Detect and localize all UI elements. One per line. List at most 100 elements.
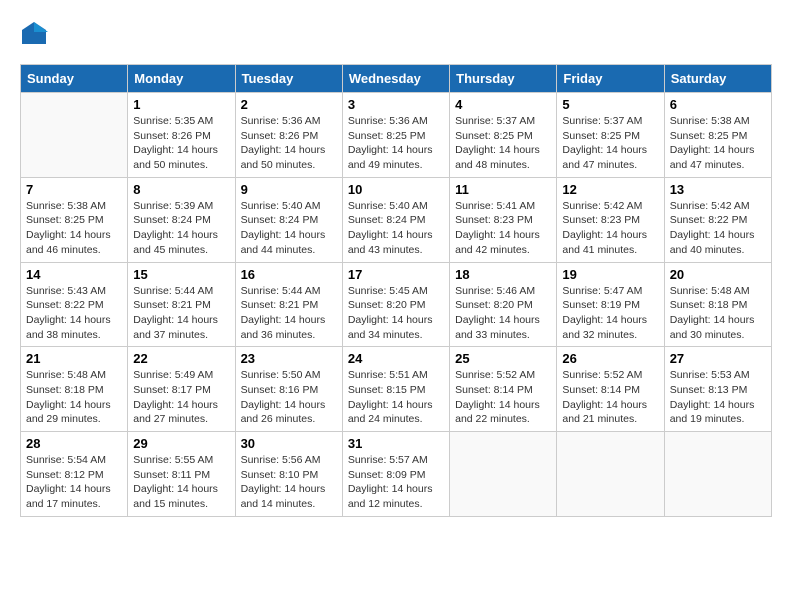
- day-number: 24: [348, 351, 444, 366]
- calendar-cell: 2 Sunrise: 5:36 AM Sunset: 8:26 PM Daylig…: [235, 93, 342, 178]
- day-info: Sunrise: 5:37 AM Sunset: 8:25 PM Dayligh…: [562, 114, 658, 173]
- calendar-cell: 22Sunrise: 5:49 AM Sunset: 8:17 PM Dayli…: [128, 347, 235, 432]
- calendar-cell: 9 Sunrise: 5:40 AM Sunset: 8:24 PM Daylig…: [235, 177, 342, 262]
- day-info: Sunrise: 5:38 AM Sunset: 8:25 PM Dayligh…: [670, 114, 766, 173]
- calendar-cell: [450, 432, 557, 517]
- day-info: Sunrise: 5:44 AM Sunset: 8:21 PM Dayligh…: [133, 284, 229, 343]
- day-info: Sunrise: 5:50 AM Sunset: 8:16 PM Dayligh…: [241, 368, 337, 427]
- day-number: 27: [670, 351, 766, 366]
- day-info: Sunrise: 5:38 AM Sunset: 8:25 PM Dayligh…: [26, 199, 122, 258]
- calendar-cell: 6Sunrise: 5:38 AM Sunset: 8:25 PM Daylig…: [664, 93, 771, 178]
- day-info: Sunrise: 5:42 AM Sunset: 8:22 PM Dayligh…: [670, 199, 766, 258]
- day-info: Sunrise: 5:41 AM Sunset: 8:23 PM Dayligh…: [455, 199, 551, 258]
- col-header-saturday: Saturday: [664, 65, 771, 93]
- day-info: Sunrise: 5:52 AM Sunset: 8:14 PM Dayligh…: [562, 368, 658, 427]
- calendar-cell: 16 Sunrise: 5:44 AM Sunset: 8:21 PM Dayli…: [235, 262, 342, 347]
- day-info: Sunrise: 5:40 AM Sunset: 8:24 PM Dayligh…: [348, 199, 444, 258]
- col-header-friday: Friday: [557, 65, 664, 93]
- day-number: 21: [26, 351, 122, 366]
- day-info: Sunrise: 5:40 AM Sunset: 8:24 PM Dayligh…: [241, 199, 337, 258]
- calendar-table: SundayMondayTuesdayWednesdayThursdayFrid…: [20, 64, 772, 517]
- day-info: Sunrise: 5:36 AM Sunset: 8:26 PM Dayligh…: [241, 114, 337, 173]
- calendar-cell: 4 Sunrise: 5:37 AM Sunset: 8:25 PM Daylig…: [450, 93, 557, 178]
- day-number: 19: [562, 267, 658, 282]
- calendar-cell: 3 Sunrise: 5:36 AM Sunset: 8:25 PM Daylig…: [342, 93, 449, 178]
- logo-icon: [20, 20, 48, 48]
- logo: [20, 20, 52, 48]
- calendar-cell: 8Sunrise: 5:39 AM Sunset: 8:24 PM Daylig…: [128, 177, 235, 262]
- day-number: 18: [455, 267, 551, 282]
- calendar-cell: 14Sunrise: 5:43 AM Sunset: 8:22 PM Dayli…: [21, 262, 128, 347]
- calendar-week-row-3: 14Sunrise: 5:43 AM Sunset: 8:22 PM Dayli…: [21, 262, 772, 347]
- day-info: Sunrise: 5:48 AM Sunset: 8:18 PM Dayligh…: [670, 284, 766, 343]
- day-number: 29: [133, 436, 229, 451]
- calendar-cell: 7 Sunrise: 5:38 AM Sunset: 8:25 PM Daylig…: [21, 177, 128, 262]
- calendar-cell: 28Sunrise: 5:54 AM Sunset: 8:12 PM Dayli…: [21, 432, 128, 517]
- calendar-cell: 10Sunrise: 5:40 AM Sunset: 8:24 PM Dayli…: [342, 177, 449, 262]
- calendar-cell: 31 Sunrise: 5:57 AM Sunset: 8:09 PM Dayli…: [342, 432, 449, 517]
- col-header-tuesday: Tuesday: [235, 65, 342, 93]
- day-info: Sunrise: 5:44 AM Sunset: 8:21 PM Dayligh…: [241, 284, 337, 343]
- day-info: Sunrise: 5:54 AM Sunset: 8:12 PM Dayligh…: [26, 453, 122, 512]
- day-number: 9: [241, 182, 337, 197]
- calendar-cell: 19 Sunrise: 5:47 AM Sunset: 8:19 PM Dayli…: [557, 262, 664, 347]
- col-header-sunday: Sunday: [21, 65, 128, 93]
- col-header-monday: Monday: [128, 65, 235, 93]
- day-number: 2: [241, 97, 337, 112]
- calendar-cell: 25 Sunrise: 5:52 AM Sunset: 8:14 PM Dayli…: [450, 347, 557, 432]
- day-info: Sunrise: 5:52 AM Sunset: 8:14 PM Dayligh…: [455, 368, 551, 427]
- calendar-week-row-5: 28Sunrise: 5:54 AM Sunset: 8:12 PM Dayli…: [21, 432, 772, 517]
- calendar-cell: 20 Sunrise: 5:48 AM Sunset: 8:18 PM Dayli…: [664, 262, 771, 347]
- day-info: Sunrise: 5:48 AM Sunset: 8:18 PM Dayligh…: [26, 368, 122, 427]
- day-number: 5: [562, 97, 658, 112]
- calendar-cell: 30 Sunrise: 5:56 AM Sunset: 8:10 PM Dayli…: [235, 432, 342, 517]
- day-number: 11: [455, 182, 551, 197]
- day-info: Sunrise: 5:47 AM Sunset: 8:19 PM Dayligh…: [562, 284, 658, 343]
- day-info: Sunrise: 5:35 AM Sunset: 8:26 PM Dayligh…: [133, 114, 229, 173]
- day-number: 23: [241, 351, 337, 366]
- calendar-week-row-4: 21 Sunrise: 5:48 AM Sunset: 8:18 PM Dayli…: [21, 347, 772, 432]
- day-number: 1: [133, 97, 229, 112]
- calendar-cell: 15 Sunrise: 5:44 AM Sunset: 8:21 PM Dayli…: [128, 262, 235, 347]
- calendar-cell: 18 Sunrise: 5:46 AM Sunset: 8:20 PM Dayli…: [450, 262, 557, 347]
- calendar-week-row-1: 1 Sunrise: 5:35 AM Sunset: 8:26 PM Daylig…: [21, 93, 772, 178]
- calendar-cell: [21, 93, 128, 178]
- day-info: Sunrise: 5:36 AM Sunset: 8:25 PM Dayligh…: [348, 114, 444, 173]
- day-number: 17: [348, 267, 444, 282]
- day-number: 12: [562, 182, 658, 197]
- day-info: Sunrise: 5:37 AM Sunset: 8:25 PM Dayligh…: [455, 114, 551, 173]
- day-number: 30: [241, 436, 337, 451]
- day-info: Sunrise: 5:43 AM Sunset: 8:22 PM Dayligh…: [26, 284, 122, 343]
- day-number: 16: [241, 267, 337, 282]
- day-number: 3: [348, 97, 444, 112]
- day-info: Sunrise: 5:57 AM Sunset: 8:09 PM Dayligh…: [348, 453, 444, 512]
- day-number: 15: [133, 267, 229, 282]
- day-info: Sunrise: 5:56 AM Sunset: 8:10 PM Dayligh…: [241, 453, 337, 512]
- day-number: 31: [348, 436, 444, 451]
- calendar-cell: 24 Sunrise: 5:51 AM Sunset: 8:15 PM Dayli…: [342, 347, 449, 432]
- calendar-cell: 27 Sunrise: 5:53 AM Sunset: 8:13 PM Dayli…: [664, 347, 771, 432]
- day-info: Sunrise: 5:46 AM Sunset: 8:20 PM Dayligh…: [455, 284, 551, 343]
- day-number: 26: [562, 351, 658, 366]
- day-number: 7: [26, 182, 122, 197]
- col-header-thursday: Thursday: [450, 65, 557, 93]
- calendar-cell: [557, 432, 664, 517]
- calendar-week-row-2: 7 Sunrise: 5:38 AM Sunset: 8:25 PM Daylig…: [21, 177, 772, 262]
- calendar-cell: 21 Sunrise: 5:48 AM Sunset: 8:18 PM Dayli…: [21, 347, 128, 432]
- calendar-cell: [664, 432, 771, 517]
- day-info: Sunrise: 5:51 AM Sunset: 8:15 PM Dayligh…: [348, 368, 444, 427]
- day-number: 13: [670, 182, 766, 197]
- calendar-cell: 23 Sunrise: 5:50 AM Sunset: 8:16 PM Dayli…: [235, 347, 342, 432]
- calendar-cell: 17Sunrise: 5:45 AM Sunset: 8:20 PM Dayli…: [342, 262, 449, 347]
- day-number: 4: [455, 97, 551, 112]
- calendar-cell: 5 Sunrise: 5:37 AM Sunset: 8:25 PM Daylig…: [557, 93, 664, 178]
- day-number: 20: [670, 267, 766, 282]
- calendar-cell: 26 Sunrise: 5:52 AM Sunset: 8:14 PM Dayli…: [557, 347, 664, 432]
- calendar-header-row: SundayMondayTuesdayWednesdayThursdayFrid…: [21, 65, 772, 93]
- day-number: 25: [455, 351, 551, 366]
- col-header-wednesday: Wednesday: [342, 65, 449, 93]
- day-info: Sunrise: 5:53 AM Sunset: 8:13 PM Dayligh…: [670, 368, 766, 427]
- day-info: Sunrise: 5:39 AM Sunset: 8:24 PM Dayligh…: [133, 199, 229, 258]
- day-info: Sunrise: 5:42 AM Sunset: 8:23 PM Dayligh…: [562, 199, 658, 258]
- page-header: [20, 20, 772, 48]
